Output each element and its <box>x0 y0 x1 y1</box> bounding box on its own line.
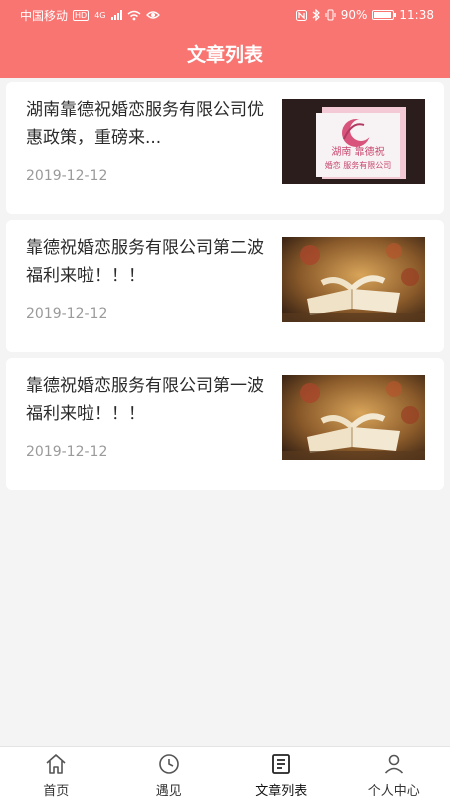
open-book-image <box>282 375 425 460</box>
article-title: 湖南靠德祝婚恋服务有限公司优惠政策，重磅来... <box>26 100 264 148</box>
article-card[interactable]: 湖南靠德祝婚恋服务有限公司优惠政策，重磅来... 2019-12-12 湖南 靠… <box>6 82 444 214</box>
page-title: 文章列表 <box>186 43 263 66</box>
person-icon <box>384 754 403 774</box>
signal-icon <box>110 10 122 20</box>
bottom-tab-bar: 首页 遇见 文章列表 个人中心 <box>0 746 450 800</box>
article-date: 2019-12-12 <box>26 306 108 322</box>
open-book-image <box>282 237 425 322</box>
article-list-icon <box>272 754 291 774</box>
network-type: 4G <box>94 10 106 20</box>
company-logo-image: 湖南 靠德祝 婚恋 服务有限公司 <box>282 99 425 184</box>
article-card[interactable]: 靠德祝婚恋服务有限公司第二波福利来啦！！！ 2019-12-12 <box>6 220 444 352</box>
clock-icon <box>158 754 179 774</box>
hd-icon: HD <box>73 9 90 21</box>
article-title: 靠德祝婚恋服务有限公司第二波福利来啦！！！ <box>26 238 264 286</box>
tab-label: 文章列表 <box>255 784 308 799</box>
battery-percent: 90% <box>340 8 368 22</box>
tab-label: 首页 <box>43 784 70 799</box>
clock-time: 11:38 <box>399 8 434 22</box>
article-date: 2019-12-12 <box>26 168 108 184</box>
bluetooth-icon <box>312 9 320 21</box>
article-date: 2019-12-12 <box>26 444 108 460</box>
tab-profile[interactable]: 个人中心 <box>338 747 450 800</box>
header-bar: 中国移动 HD 4G 90% 11:38 文章列表 <box>0 0 450 78</box>
logo-subtext: 婚恋 服务有限公司 <box>325 160 392 170</box>
tab-home[interactable]: 首页 <box>0 747 113 800</box>
tab-article-list[interactable]: 文章列表 <box>225 747 338 800</box>
tab-label: 个人中心 <box>367 784 420 799</box>
status-bar: 中国移动 HD 4G 90% 11:38 <box>0 0 450 30</box>
vibrate-icon <box>325 9 336 21</box>
carrier-label: 中国移动 <box>20 8 69 23</box>
article-title: 靠德祝婚恋服务有限公司第一波福利来啦！！！ <box>26 376 264 424</box>
nfc-icon <box>295 9 307 21</box>
eye-icon <box>145 11 160 19</box>
home-icon <box>46 754 66 774</box>
wifi-icon <box>127 10 140 20</box>
article-card[interactable]: 靠德祝婚恋服务有限公司第一波福利来啦！！！ 2019-12-12 <box>6 358 444 490</box>
tab-meet[interactable]: 遇见 <box>113 747 226 800</box>
battery-icon <box>372 10 397 20</box>
logo-text: 湖南 靠德祝 <box>331 145 384 158</box>
tab-label: 遇见 <box>155 784 182 799</box>
article-list: 湖南靠德祝婚恋服务有限公司优惠政策，重磅来... 2019-12-12 湖南 靠… <box>6 82 444 496</box>
